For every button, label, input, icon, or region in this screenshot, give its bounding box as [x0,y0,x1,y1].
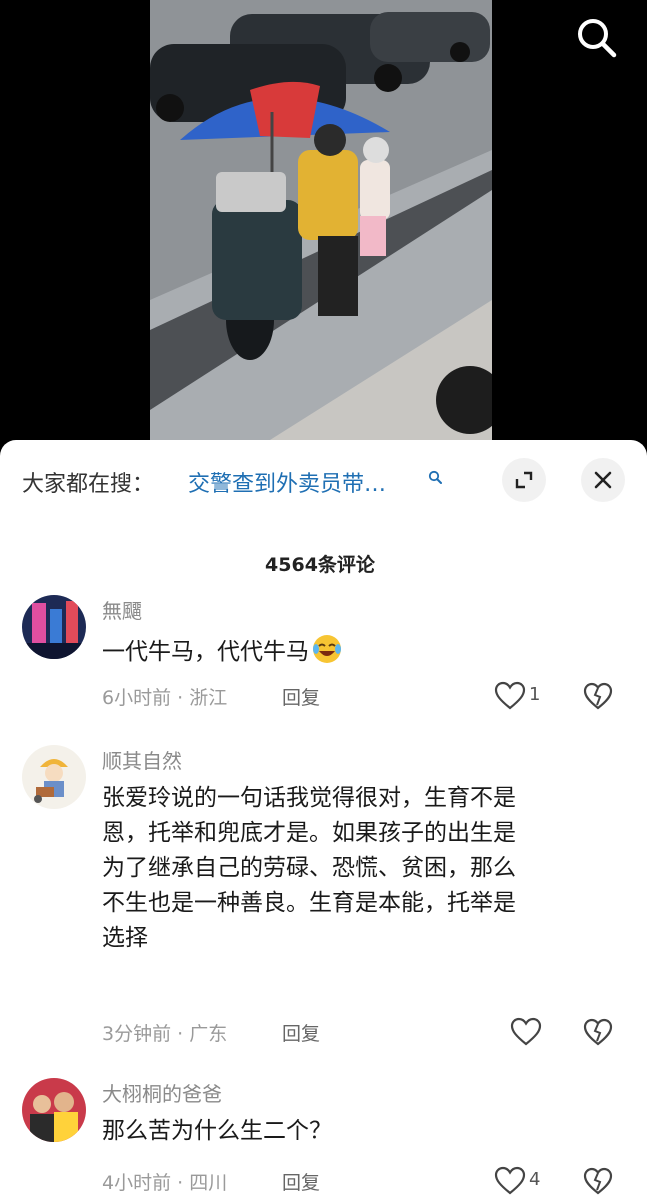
comment-text: 那么苦为什么生二个？ [102,1118,332,1144]
like-count: 1 [529,684,541,705]
laughing-crying-emoji-icon [313,635,341,663]
comment-text: 一代牛马，代代牛马 [102,633,602,670]
comment-time-location: 4小时前 · 四川 [102,1172,228,1194]
like-count: 4 [529,1169,541,1190]
comment-item: 顺其自然 张爱玲说的一句话我觉得很对，生育不是 恩，托举和兜底才是。如果孩子的出… [0,745,647,1065]
video-player[interactable] [0,0,647,460]
comment-author[interactable]: 顺其自然 [102,745,182,774]
comment-item: 無飅 一代牛马，代代牛马 6小时前 · 浙江 回复 1 [0,595,647,725]
search-suggestion-link[interactable]: 交警查到外卖员带… [188,466,386,498]
search-icon [578,19,617,58]
comment-count: 4564条评论 [265,554,375,576]
broken-heart-icon[interactable] [583,1166,613,1196]
small-search-icon [428,470,442,484]
search-suggestion-prefix: 大家都在搜： [22,472,155,497]
like-heart-icon[interactable] [510,1017,542,1047]
comment-sheet: 大家都在搜： 交警查到外卖员带… 4564条评论 無飅 一代牛马，代代牛马 6小… [0,440,647,1200]
video-scene [150,0,492,440]
expand-button[interactable] [502,458,546,502]
close-icon [594,471,612,489]
comment-item: 大栩桐的爸爸 那么苦为什么生二个？ 4小时前 · 四川 回复 4 [0,1078,647,1200]
avatar[interactable] [22,595,86,659]
broken-heart-icon[interactable] [583,1017,613,1047]
close-button[interactable] [581,458,625,502]
reply-button[interactable]: 回复 [282,1168,320,1195]
reply-button[interactable]: 回复 [282,1019,320,1046]
broken-heart-icon[interactable] [583,681,613,711]
comment-time-location: 6小时前 · 浙江 [102,687,228,709]
avatar[interactable] [22,1078,86,1142]
comment-author[interactable]: 大栩桐的爸爸 [102,1078,222,1107]
comment-author[interactable]: 無飅 [102,595,142,624]
search-button[interactable] [575,16,619,60]
like-heart-icon[interactable] [494,681,526,711]
like-heart-icon[interactable] [494,1166,526,1196]
expand-icon [515,471,533,489]
avatar[interactable] [22,745,86,809]
comment-text: 张爱玲说的一句话我觉得很对，生育不是 恩，托举和兜底才是。如果孩子的出生是 为了… [102,785,516,951]
comment-time-location: 3分钟前 · 广东 [102,1023,228,1045]
search-suggestion-bar: 大家都在搜： 交警查到外卖员带… [0,440,647,524]
video-frame[interactable] [150,0,492,440]
reply-button[interactable]: 回复 [282,683,320,710]
